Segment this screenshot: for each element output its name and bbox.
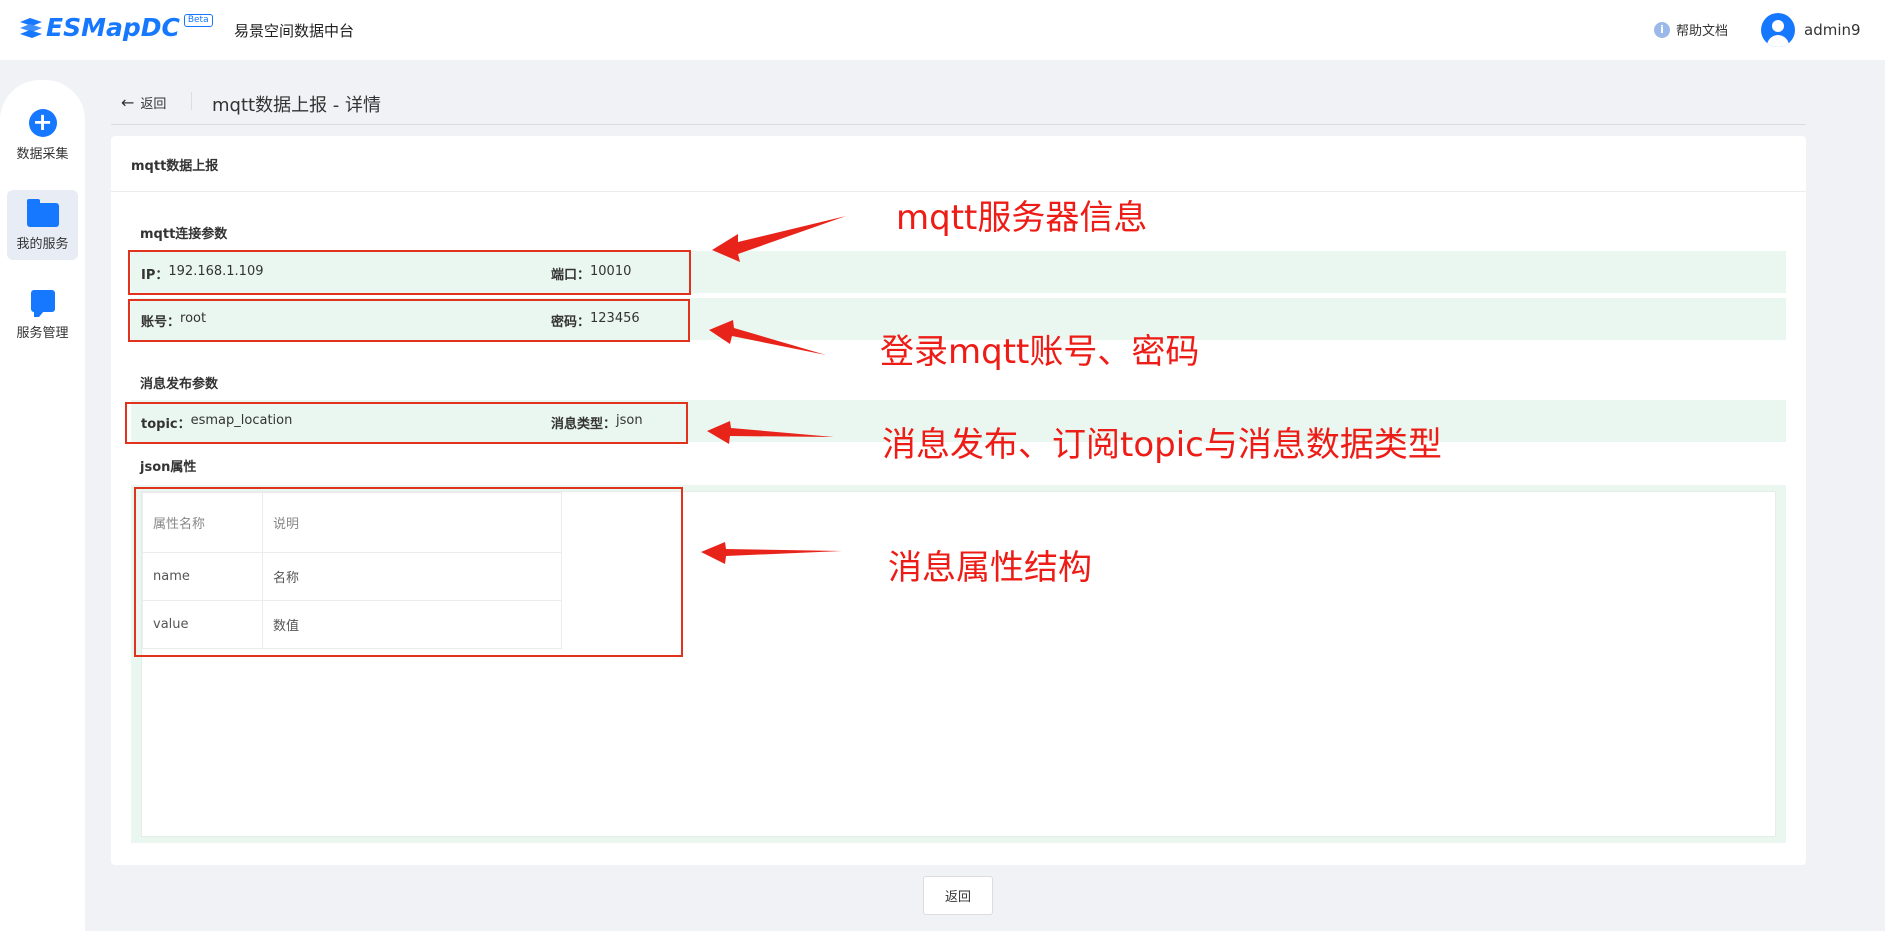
annotation-server-info: mqtt服务器信息 xyxy=(896,198,1148,238)
arrow-left-icon xyxy=(712,216,846,262)
arrow-left-icon xyxy=(709,320,826,355)
annotation-login: 登录mqtt账号、密码 xyxy=(880,332,1200,372)
annotation-topic: 消息发布、订阅topic与消息数据类型 xyxy=(882,425,1442,465)
back-button[interactable]: 返回 xyxy=(923,876,993,915)
arrow-left-icon xyxy=(707,421,834,444)
annotation-structure: 消息属性结构 xyxy=(888,548,1092,588)
arrow-left-icon xyxy=(701,542,842,564)
